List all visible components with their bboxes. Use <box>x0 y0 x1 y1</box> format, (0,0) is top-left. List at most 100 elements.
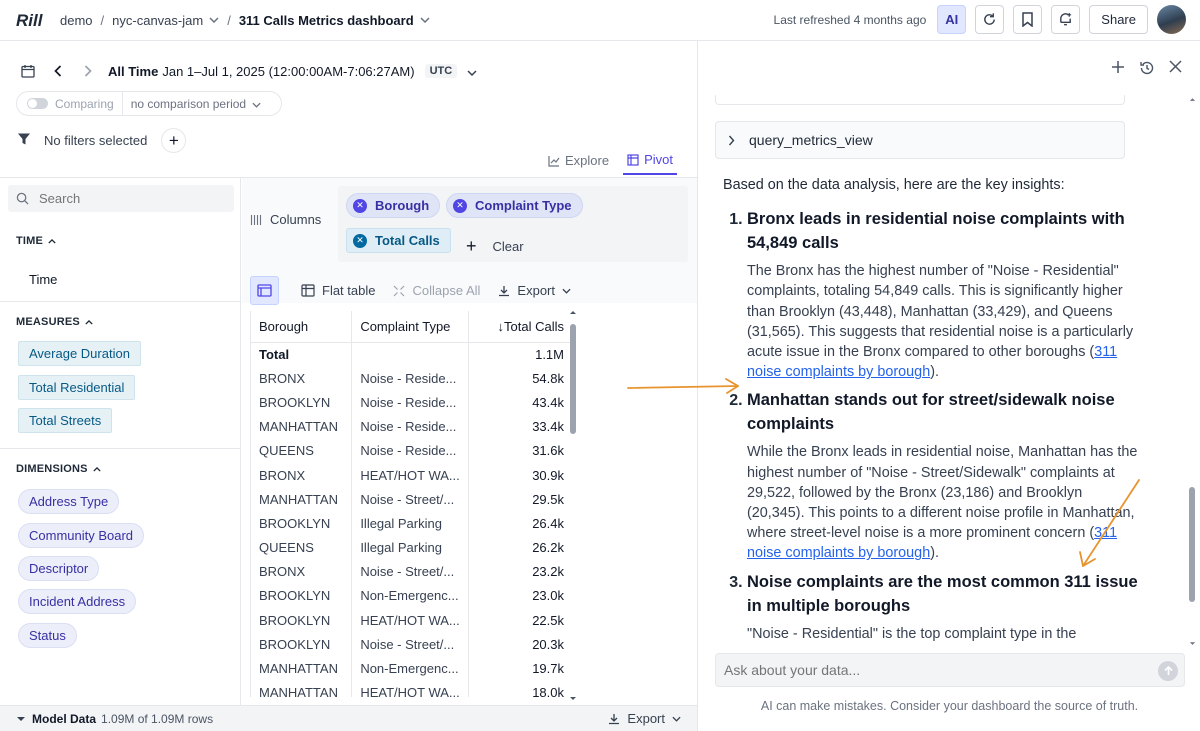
search-field[interactable] <box>8 185 234 212</box>
scrollbar-thumb[interactable] <box>570 324 576 434</box>
column-header-borough[interactable]: Borough <box>251 311 353 343</box>
calendar-icon[interactable] <box>18 61 38 81</box>
comparison-toggle[interactable] <box>27 98 48 109</box>
measure-average-duration[interactable]: Average Duration <box>18 341 141 366</box>
columns-dropzone[interactable]: ✕ Borough ✕ Complaint Type ✕ Total Calls… <box>338 186 688 262</box>
dimension-address-type[interactable]: Address Type <box>18 489 120 514</box>
send-button[interactable] <box>1158 661 1178 681</box>
chevron-down-icon[interactable] <box>420 15 430 26</box>
add-filter-button[interactable]: + <box>161 128 187 153</box>
dimension-descriptor[interactable]: Descriptor <box>18 556 100 581</box>
alert-button[interactable] <box>1051 5 1081 34</box>
table-row[interactable]: QUEENS Illegal Parking 26.2k <box>251 535 572 560</box>
refresh-button[interactable] <box>975 5 1005 34</box>
time-range-label[interactable]: All Time <box>108 64 158 79</box>
table-row[interactable]: BRONX Noise - Reside... 54.8k <box>251 366 572 391</box>
column-header-total-calls[interactable]: ↓Total Calls <box>468 311 572 343</box>
chip-label: Complaint Type <box>475 198 572 213</box>
share-button[interactable]: Share <box>1089 5 1148 34</box>
chat-input[interactable] <box>724 662 1144 678</box>
scroll-down-icon[interactable] <box>569 696 577 701</box>
close-icon[interactable] <box>1169 60 1182 79</box>
chevron-down-icon[interactable] <box>467 64 477 79</box>
tool-call-block[interactable] <box>715 95 1125 105</box>
cell-complaint-type: Noise - Street/... <box>351 487 469 512</box>
column-chip-borough[interactable]: ✕ Borough <box>346 193 441 218</box>
download-icon <box>609 713 620 724</box>
clear-button[interactable]: Clear <box>493 239 524 254</box>
cell-borough: BROOKLYN <box>251 583 353 609</box>
chevron-down-icon[interactable] <box>252 96 261 111</box>
breadcrumb-org[interactable]: demo <box>60 13 93 28</box>
comparison-period-select[interactable]: no comparison period <box>131 97 246 111</box>
tab-explore[interactable]: Explore <box>548 152 609 175</box>
avatar[interactable] <box>1157 5 1186 34</box>
measures-section-header[interactable]: MEASURES <box>16 316 93 328</box>
chart-line-icon <box>548 155 560 167</box>
breadcrumb-dashboard[interactable]: 311 Calls Metrics dashboard <box>239 13 414 28</box>
table-row[interactable]: MANHATTAN HEAT/HOT WA... 18.0k <box>251 680 572 697</box>
model-data-bar[interactable]: Model Data 1.09M of 1.09M rows Export <box>0 705 697 731</box>
table-scrollbar[interactable] <box>569 311 577 700</box>
comparison-control[interactable]: Comparing no comparison period <box>16 91 282 116</box>
bookmark-button[interactable] <box>1013 5 1043 34</box>
column-header-complaint-type[interactable]: Complaint Type <box>351 311 469 343</box>
column-chip-complaint-type[interactable]: ✕ Complaint Type <box>446 193 583 218</box>
close-icon[interactable]: ✕ <box>453 198 467 213</box>
tool-call-block[interactable]: query_metrics_view <box>715 121 1125 159</box>
column-chip-total-calls[interactable]: ✕ Total Calls <box>346 228 451 253</box>
table-row[interactable]: BROOKLYN Non-Emergenc... 23.0k <box>251 583 572 609</box>
table-row[interactable]: MANHATTAN Noise - Reside... 33.4k <box>251 414 572 439</box>
close-icon[interactable]: ✕ <box>353 233 367 248</box>
tab-pivot-label: Pivot <box>644 152 673 167</box>
time-range-value[interactable]: Jan 1–Jul 1, 2025 (12:00:00AM-7:06:27AM) <box>162 64 414 79</box>
export-button[interactable]: Export <box>498 283 571 298</box>
dimensions-section-header[interactable]: DIMENSIONS <box>16 463 101 475</box>
rill-logo[interactable]: Rill <box>16 8 60 32</box>
tab-pivot[interactable]: Pivot <box>623 152 677 175</box>
breadcrumb-project[interactable]: nyc-canvas-jam <box>112 13 203 28</box>
time-section-header[interactable]: TIME <box>16 235 56 247</box>
table-row[interactable]: BROOKLYN Illegal Parking 26.4k <box>251 511 572 536</box>
chevron-left-icon[interactable] <box>48 61 68 81</box>
scroll-up-icon[interactable] <box>569 310 577 315</box>
new-chat-icon[interactable] <box>1111 60 1125 79</box>
table-row[interactable]: BROOKLYN Noise - Street/... 20.3k <box>251 632 572 657</box>
ai-button[interactable]: AI <box>937 5 967 34</box>
assistant-message: Based on the data analysis, here are the… <box>723 175 1143 650</box>
chat-input-box[interactable] <box>715 653 1185 687</box>
chat-scrollbar[interactable] <box>1186 97 1198 651</box>
scroll-down-icon[interactable] <box>1189 641 1196 646</box>
table-row[interactable]: MANHATTAN Noise - Street/... 29.5k <box>251 487 572 512</box>
table-total-row[interactable]: Total 1.1M <box>251 342 572 367</box>
chevron-down-icon[interactable] <box>209 15 219 26</box>
table-header-row: Borough Complaint Type ↓Total Calls <box>251 311 572 343</box>
measure-total-streets[interactable]: Total Streets <box>18 408 113 433</box>
pivot-icon <box>627 153 639 166</box>
measure-total-residential[interactable]: Total Residential <box>18 375 136 400</box>
table-row[interactable]: BROOKLYN HEAT/HOT WA... 22.5k <box>251 608 572 633</box>
insight-item: Noise complaints are the most common 311… <box>747 570 1143 644</box>
dimension-community-board[interactable]: Community Board <box>18 523 145 548</box>
search-input[interactable] <box>39 191 219 206</box>
collapse-all-button[interactable]: Collapse All <box>393 283 480 298</box>
nested-table-button[interactable] <box>250 276 279 305</box>
table-row[interactable]: MANHATTAN Non-Emergenc... 19.7k <box>251 656 572 681</box>
table-row[interactable]: BRONX Noise - Street/... 23.2k <box>251 559 572 584</box>
model-export-button[interactable]: Export <box>608 711 681 726</box>
dimension-status[interactable]: Status <box>18 623 77 648</box>
dimension-incident-address[interactable]: Incident Address <box>18 589 137 614</box>
close-icon[interactable]: ✕ <box>353 198 367 213</box>
scroll-up-icon[interactable] <box>1189 97 1196 102</box>
scrollbar-thumb[interactable] <box>1189 487 1195 602</box>
history-icon[interactable] <box>1139 60 1155 79</box>
table-row[interactable]: BRONX HEAT/HOT WA... 30.9k <box>251 462 572 488</box>
time-dimension[interactable]: Time <box>20 269 66 290</box>
timezone-badge[interactable]: UTC <box>424 64 458 78</box>
flat-table-button[interactable]: Flat table <box>301 283 375 298</box>
table-row[interactable]: QUEENS Noise - Reside... 31.6k <box>251 438 572 463</box>
chevron-right-icon[interactable] <box>78 61 98 81</box>
table-row[interactable]: BROOKLYN Noise - Reside... 43.4k <box>251 390 572 415</box>
chevron-down-icon[interactable] <box>16 716 26 722</box>
add-column-button[interactable]: + <box>466 236 477 257</box>
